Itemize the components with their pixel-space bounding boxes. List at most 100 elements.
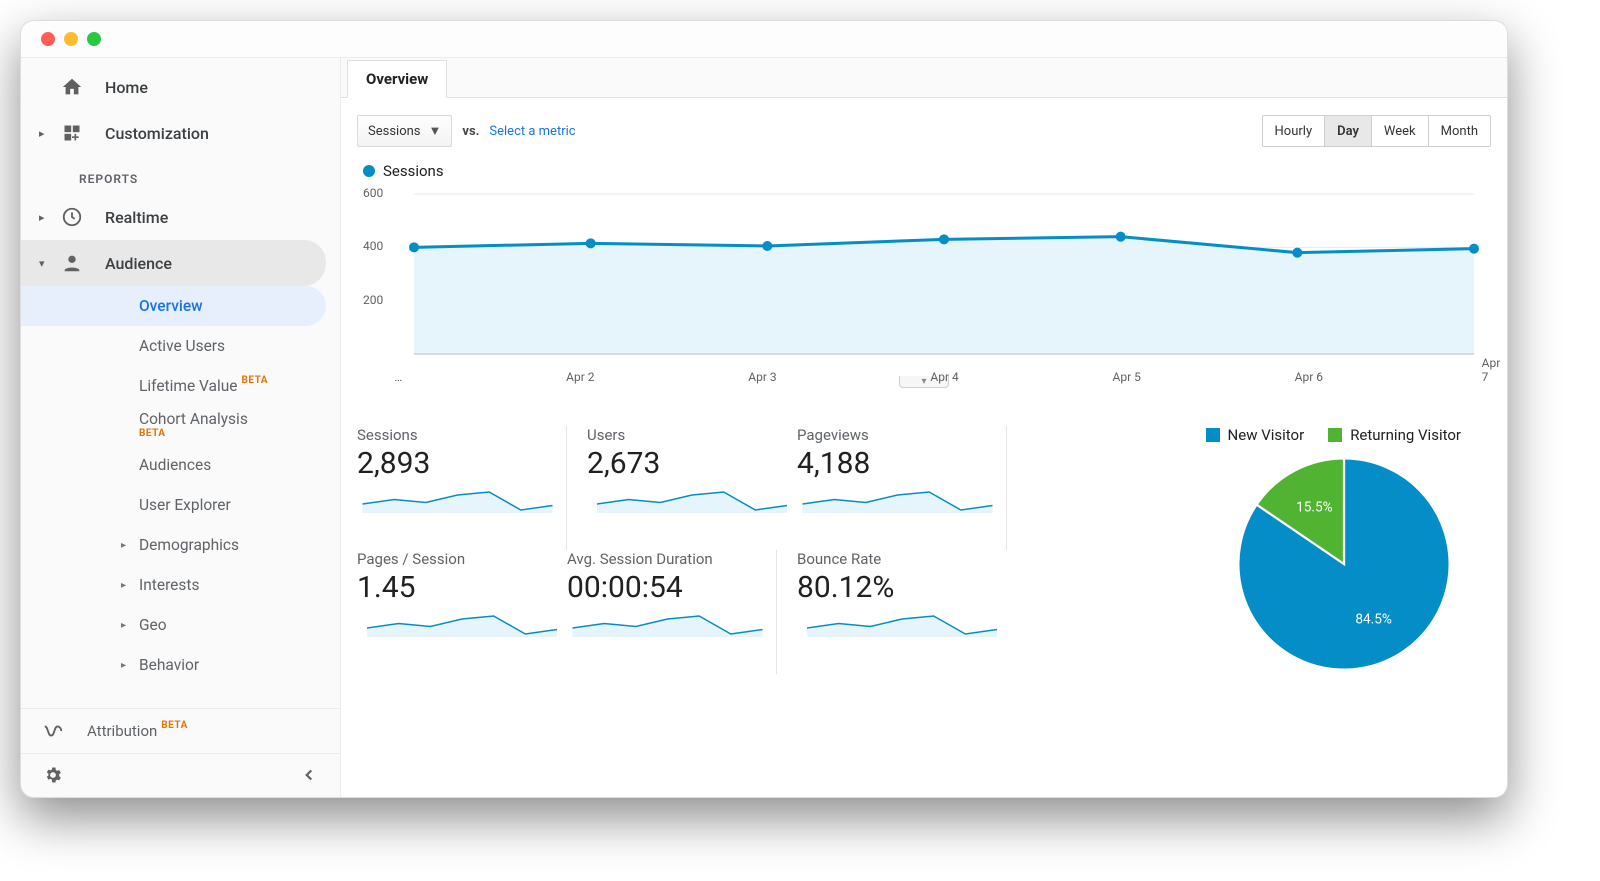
pie-legend-returning-label: Returning Visitor [1350,426,1461,444]
sparkline [567,613,768,637]
legend-dot-icon [363,165,375,177]
subnav-label: Audiences [139,456,211,474]
nav-reports-header: REPORTS [21,156,340,194]
granularity-toggle: Hourly Day Week Month [1262,115,1491,147]
subnav-label: Interests [139,576,199,594]
metric-value: 80.12% [797,570,1007,605]
sidebar-bottom-bar [21,753,340,798]
subnav-lifetime-value[interactable]: Lifetime Value BETA [21,366,340,406]
subnav-label: Cohort Analysis [139,410,248,428]
metric-name: Pageviews [797,426,998,444]
subnav-behavior[interactable]: ▸ Behavior [21,645,340,685]
metric-card[interactable]: Pages / Session 1.45 [357,550,567,674]
nav-attribution[interactable]: Attribution BETA [21,709,340,753]
subnav-user-explorer[interactable]: User Explorer [21,485,340,525]
subnav-label: Active Users [139,337,225,355]
metric-cards: Sessions2,893Users2,673Pageviews4,188Pag… [357,426,1157,674]
sparkline [587,489,797,513]
window-minimize-button[interactable] [64,32,78,46]
metric-value: 00:00:54 [567,570,768,605]
customization-icon [59,120,85,146]
settings-button[interactable] [43,765,63,789]
metric-name: Avg. Session Duration [567,550,768,568]
chevron-right-icon: ▸ [121,660,126,671]
chevron-down-icon: ▾ [39,257,59,270]
tab-overview[interactable]: Overview [347,60,447,98]
main-panel: Overview Sessions ▼ vs. Select a metric … [341,58,1507,798]
vs-label: vs. [462,124,479,139]
sparkline [357,489,558,513]
person-icon [59,250,85,276]
metric-value: 4,188 [797,446,998,481]
beta-badge: BETA [139,428,166,439]
visitor-pie-chart: 84.5% 15.5% [1197,454,1491,674]
metric-value: 1.45 [357,570,567,605]
nav-audience-label: Audience [105,254,172,273]
subnav-geo[interactable]: ▸Geo [21,605,340,645]
sparkline [797,613,1007,637]
metric-name: Users [587,426,797,444]
chevron-right-icon: ▸ [121,580,126,591]
titlebar [21,21,1507,57]
tab-strip: Overview [341,58,1507,98]
metric-name: Sessions [357,426,558,444]
swatch-icon [1206,428,1220,442]
sidebar: Home ▸ Customization REPORTS ▸ Realtime [21,58,341,798]
chevron-left-icon [300,766,318,784]
subnav-label: User Explorer [139,496,231,514]
primary-metric-label: Sessions [368,124,421,139]
metric-value: 2,893 [357,446,558,481]
nav-customization[interactable]: ▸ Customization [21,110,340,156]
select-secondary-metric-link[interactable]: Select a metric [489,124,575,139]
gear-icon [43,765,63,785]
metric-card[interactable]: Sessions 2,893 [357,426,567,550]
summary-row: Sessions2,893Users2,673Pageviews4,188Pag… [357,426,1491,674]
svg-text:15.5%: 15.5% [1296,500,1333,516]
granularity-hourly[interactable]: Hourly [1263,116,1325,146]
window-close-button[interactable] [41,32,55,46]
window-zoom-button[interactable] [87,32,101,46]
svg-text:84.5%: 84.5% [1355,612,1392,628]
caret-down-icon: ▼ [429,123,442,139]
subnav-overview[interactable]: Overview [21,286,326,326]
app-body: Home ▸ Customization REPORTS ▸ Realtime [21,57,1507,798]
subnav-overview-label: Overview [139,297,203,315]
subnav-label: Behavior [139,656,199,674]
subnav-audiences[interactable]: Audiences [21,445,340,485]
nav-realtime[interactable]: ▸ Realtime [21,194,340,240]
subnav-active-users[interactable]: Active Users [21,326,340,366]
metric-card[interactable]: Users2,673 [587,426,797,550]
app-window: Home ▸ Customization REPORTS ▸ Realtime [20,20,1508,798]
chevron-right-icon: ▸ [121,620,126,631]
chevron-right-icon: ▸ [121,540,126,551]
granularity-week[interactable]: Week [1371,116,1428,146]
primary-metric-dropdown[interactable]: Sessions ▼ [357,115,452,147]
metric-name: Bounce Rate [797,550,1007,568]
attribution-icon [41,720,65,742]
granularity-day[interactable]: Day [1324,116,1371,146]
home-icon [59,74,85,100]
nav-attribution-label: Attribution [87,722,157,740]
clock-icon [59,204,85,230]
nav-home[interactable]: Home [21,64,340,110]
beta-badge: BETA [161,720,188,731]
subnav-interests[interactable]: ▸ Interests [21,565,340,605]
sessions-line-chart: ▾ 200400600…Apr 2Apr 3Apr 4Apr 5Apr 6Apr… [357,184,1491,384]
metric-card[interactable]: Bounce Rate 80.12% [797,550,1007,674]
pie-legend-new-label: New Visitor [1228,426,1305,444]
chart-legend: Sessions [363,162,1491,180]
visitor-pie-panel: New Visitor Returning Visitor 84.5% 15.5% [1157,426,1491,674]
subnav-demographics[interactable]: ▸ Demographics [21,525,340,565]
metric-card[interactable]: Avg. Session Duration 00:00:54 [567,550,777,674]
metric-name: Pages / Session [357,550,567,568]
swatch-icon [1328,428,1342,442]
pie-legend-returning: Returning Visitor [1328,426,1461,444]
nav-audience[interactable]: ▾ Audience [21,240,326,286]
subnav-label: Lifetime Value [139,377,238,395]
pie-legend: New Visitor Returning Visitor [1197,426,1461,444]
subnav-label: Demographics [139,536,239,554]
subnav-cohort-analysis[interactable]: Cohort Analysis BETA [21,406,340,445]
metric-card[interactable]: Pageviews 4,188 [797,426,1007,550]
granularity-month[interactable]: Month [1428,116,1490,146]
collapse-sidebar-button[interactable] [300,766,318,788]
